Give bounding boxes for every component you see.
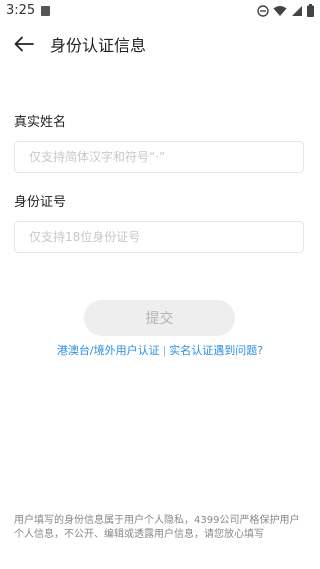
notification-a-icon <box>41 6 50 16</box>
submit-button[interactable]: 提交 <box>84 300 235 336</box>
real-name-label: 真实姓名 <box>14 115 67 130</box>
signal-icon <box>292 5 302 16</box>
status-time: 3:25 <box>6 3 36 18</box>
status-icons <box>257 4 314 17</box>
privacy-note: 用户填写的身份信息属于用户个人隐私，4399公司严格保护用户个人信息，不公开、编… <box>14 515 300 540</box>
real-name-input[interactable] <box>14 141 304 173</box>
overseas-auth-link[interactable]: 港澳台/境外用户认证 <box>57 344 160 357</box>
id-number-input[interactable] <box>14 221 304 253</box>
app-bar: 身份认证信息 <box>0 24 320 64</box>
back-arrow-icon <box>14 36 34 52</box>
page-title: 身份认证信息 <box>50 36 147 55</box>
back-button[interactable] <box>10 30 38 58</box>
help-links: 港澳台/境外用户认证 | 实名认证遇到问题? <box>0 342 320 358</box>
link-separator: | <box>162 344 167 357</box>
battery-icon <box>307 4 314 17</box>
do-not-disturb-icon <box>257 4 269 17</box>
auth-problem-link[interactable]: 实名认证遇到问题? <box>169 344 263 357</box>
status-bar: 3:25 <box>0 0 320 24</box>
id-number-label: 身份证号 <box>14 195 67 210</box>
wifi-icon <box>273 5 287 16</box>
